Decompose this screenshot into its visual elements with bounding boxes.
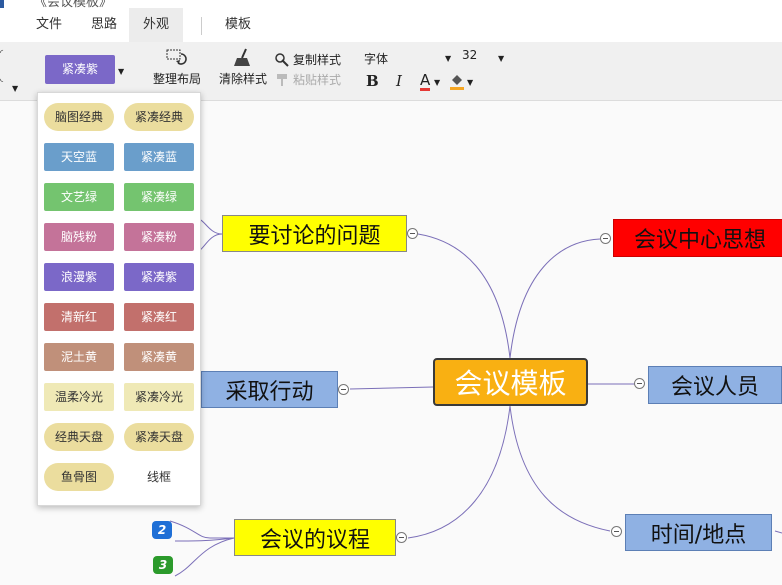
theme-option[interactable]: 线框 bbox=[124, 463, 194, 491]
theme-option[interactable]: 经典天盘 bbox=[44, 423, 114, 451]
copy-style-button[interactable]: 复制样式 bbox=[275, 51, 341, 68]
font-family-select[interactable]: 字体 bbox=[364, 50, 388, 67]
theme-option[interactable]: 文艺绿 bbox=[44, 183, 114, 211]
arrange-layout-label: 整理布局 bbox=[152, 72, 201, 86]
collapse-toggle[interactable] bbox=[600, 233, 611, 244]
undo-icon[interactable]: ◜ bbox=[0, 48, 3, 57]
arrange-layout-button[interactable]: 整理布局 bbox=[152, 48, 202, 87]
paste-style-label: 粘贴样式 bbox=[293, 73, 342, 87]
menu-divider bbox=[201, 17, 202, 35]
tab-appearance[interactable]: 外观 bbox=[129, 8, 184, 42]
theme-option[interactable]: 鱼骨图 bbox=[44, 463, 114, 491]
theme-option[interactable]: 清新红 bbox=[44, 303, 114, 331]
theme-option[interactable]: 脑残粉 bbox=[44, 223, 114, 251]
window-title-text: 《会议模板》 bbox=[34, 0, 113, 8]
priority-badge-2: 2 bbox=[152, 521, 172, 539]
font-color-button[interactable]: A bbox=[420, 72, 431, 91]
topic-action[interactable]: 采取行动 bbox=[201, 371, 338, 408]
theme-option[interactable]: 紧凑天盘 bbox=[124, 423, 194, 451]
theme-dropdown-panel: 脑图经典 紧凑经典 天空蓝 紧凑蓝 文艺绿 紧凑绿 脑残粉 紧凑粉 浪漫紫 紧凑紫 清新红 紧凑红 泥土… bbox=[37, 92, 201, 506]
italic-button[interactable]: I bbox=[396, 72, 402, 90]
topic-agenda[interactable]: 会议的议程 bbox=[234, 519, 396, 556]
theme-option[interactable]: 浪漫紫 bbox=[44, 263, 114, 291]
clear-style-label: 清除样式 bbox=[218, 72, 267, 86]
font-size-caret-icon[interactable]: ▼ bbox=[498, 54, 504, 63]
collapse-toggle[interactable] bbox=[611, 526, 622, 537]
broom-icon bbox=[234, 48, 250, 66]
clear-style-button[interactable]: 清除样式 bbox=[218, 48, 268, 87]
theme-option[interactable]: 紧凑冷光 bbox=[124, 383, 194, 411]
topic-center-idea[interactable]: 会议中心思想 bbox=[613, 219, 782, 257]
theme-option[interactable]: 紧凑黄 bbox=[124, 343, 194, 371]
theme-option[interactable]: 紧凑粉 bbox=[124, 223, 194, 251]
redo-icon[interactable]: ◟ bbox=[0, 74, 3, 83]
font-color-caret-icon[interactable]: ▼ bbox=[434, 78, 440, 87]
theme-option[interactable]: 紧凑经典 bbox=[124, 103, 194, 131]
tab-templates[interactable]: 模板 bbox=[211, 8, 265, 42]
central-topic[interactable]: 会议模板 bbox=[433, 358, 588, 406]
theme-option[interactable]: 脑图经典 bbox=[44, 103, 114, 131]
paste-style-button[interactable]: 粘贴样式 bbox=[275, 71, 341, 88]
theme-option[interactable]: 紧凑绿 bbox=[124, 183, 194, 211]
theme-option[interactable]: 紧凑红 bbox=[124, 303, 194, 331]
window-title: 《会议模板》 bbox=[0, 0, 782, 8]
theme-option[interactable]: 紧凑紫 bbox=[124, 263, 194, 291]
theme-select-button[interactable]: 紧凑紫 bbox=[45, 55, 115, 84]
chevron-down-icon[interactable]: ▼ bbox=[12, 84, 18, 93]
theme-dropdown-caret-icon[interactable]: ▼ bbox=[118, 67, 124, 76]
topic-people[interactable]: 会议人员 bbox=[648, 366, 782, 404]
priority-badge-3: 3 bbox=[153, 556, 173, 574]
topic-issues[interactable]: 要讨论的问题 bbox=[222, 215, 407, 252]
paste-style-icon bbox=[277, 73, 287, 86]
collapse-toggle[interactable] bbox=[338, 384, 349, 395]
fill-color-caret-icon[interactable]: ▼ bbox=[467, 78, 473, 87]
theme-option[interactable]: 温柔冷光 bbox=[44, 383, 114, 411]
theme-option[interactable]: 紧凑蓝 bbox=[124, 143, 194, 171]
copy-style-icon bbox=[275, 52, 289, 67]
tab-file[interactable]: 文件 bbox=[22, 8, 76, 42]
bold-button[interactable]: B bbox=[366, 72, 379, 90]
tab-ideas[interactable]: 思路 bbox=[77, 8, 131, 42]
topic-time-place[interactable]: 时间/地点 bbox=[625, 514, 772, 551]
collapse-toggle[interactable] bbox=[396, 532, 407, 543]
theme-option[interactable]: 泥土黄 bbox=[44, 343, 114, 371]
theme-option[interactable]: 天空蓝 bbox=[44, 143, 114, 171]
copy-style-label: 复制样式 bbox=[293, 53, 342, 67]
fill-color-icon[interactable] bbox=[449, 72, 465, 92]
collapse-toggle[interactable] bbox=[634, 378, 645, 389]
menu-bar: 文件 思路 外观 模板 bbox=[0, 8, 782, 42]
font-size-select[interactable]: 32 bbox=[462, 48, 477, 62]
arrange-layout-icon bbox=[166, 49, 187, 65]
font-family-caret-icon[interactable]: ▼ bbox=[445, 54, 451, 63]
collapse-toggle[interactable] bbox=[407, 228, 418, 239]
